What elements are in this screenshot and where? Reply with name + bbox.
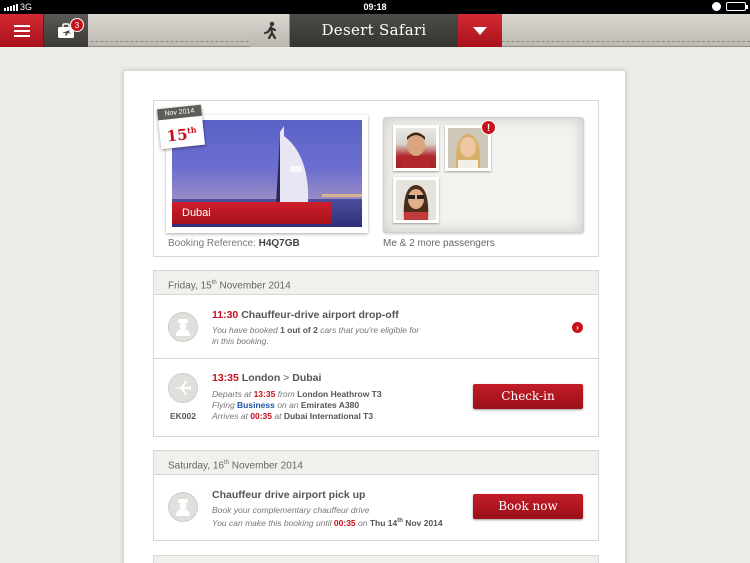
booking-reference: Booking Reference: H4Q7GB [168, 238, 300, 249]
booking-summary: Dubai Nov 2014 15th Booking Reference: H… [153, 100, 599, 257]
pickup-subtitle: Book your complementary chauffeur drive … [212, 505, 443, 528]
booking-reference-code: H4Q7GB [258, 238, 300, 249]
status-bar: 3G 09:18 [0, 0, 750, 14]
trips-button[interactable]: 3 [44, 14, 88, 47]
skyline-lights [322, 194, 362, 197]
plane-icon [168, 373, 198, 403]
status-right [712, 2, 748, 11]
status-time: 09:18 [363, 2, 387, 12]
dropoff-subtitle: You have booked 1 out of 2 cars that you… [212, 325, 420, 346]
dropdown-icon [473, 26, 487, 35]
flight-code: EK002 [170, 411, 196, 421]
burj-al-arab-image [276, 126, 309, 204]
date-tag: Nov 2014 15th [157, 104, 205, 150]
chauffeur-icon [168, 312, 198, 342]
itinerary-row-pickup[interactable]: Chauffeur drive airport pick up Book you… [153, 475, 599, 541]
clock-icon [712, 2, 721, 11]
title-dropdown-button[interactable] [458, 14, 502, 47]
chauffeur-icon [168, 492, 198, 522]
menu-icon [13, 24, 30, 37]
passengers-panel[interactable]: ! [383, 117, 584, 233]
pickup-title: Chauffeur drive airport pick up [212, 489, 366, 501]
trip-mode-button[interactable] [250, 14, 290, 47]
trips-badge: 3 [70, 18, 84, 32]
date-day: 15th [165, 124, 198, 146]
walker-icon [263, 21, 276, 39]
day-header-saturday: Saturday, 16th November 2014 [153, 450, 599, 475]
passengers-label: Me & 2 more passengers [383, 238, 495, 249]
battery-icon [726, 2, 748, 11]
nav-bar: 3 Desert Safari [0, 14, 750, 47]
flight-details: Departs at 13:35 from London Heathrow T3… [212, 389, 382, 421]
page-title: Desert Safari [321, 21, 427, 39]
nav-title-area: Desert Safari [250, 14, 502, 47]
day-header-next [153, 555, 599, 563]
passenger-avatar[interactable]: ! [445, 120, 496, 171]
itinerary-row-flight[interactable]: EK002 13:35 London > Dubai Departs at 13… [153, 359, 599, 437]
book-now-button[interactable]: Book now [473, 494, 583, 519]
destination-label: Dubai [172, 202, 332, 224]
passenger-alert-badge: ! [481, 120, 496, 135]
chevron-right-icon[interactable]: › [572, 322, 583, 333]
destination-photo-frame[interactable]: Dubai Nov 2014 15th [157, 104, 368, 233]
trip-card: Dubai Nov 2014 15th Booking Reference: H… [123, 70, 626, 563]
menu-button[interactable] [0, 14, 44, 47]
flight-title: 13:35 London > Dubai [212, 372, 322, 384]
check-in-button[interactable]: Check-in [473, 384, 583, 409]
itinerary-row-dropoff[interactable]: 11:30 Chauffeur-drive airport drop-off Y… [153, 295, 599, 359]
passenger-avatar[interactable] [393, 125, 439, 171]
day-header-friday: Friday, 15th November 2014 [153, 270, 599, 295]
dropoff-title: 11:30 Chauffeur-drive airport drop-off [212, 309, 399, 321]
passenger-avatar[interactable] [393, 177, 439, 223]
